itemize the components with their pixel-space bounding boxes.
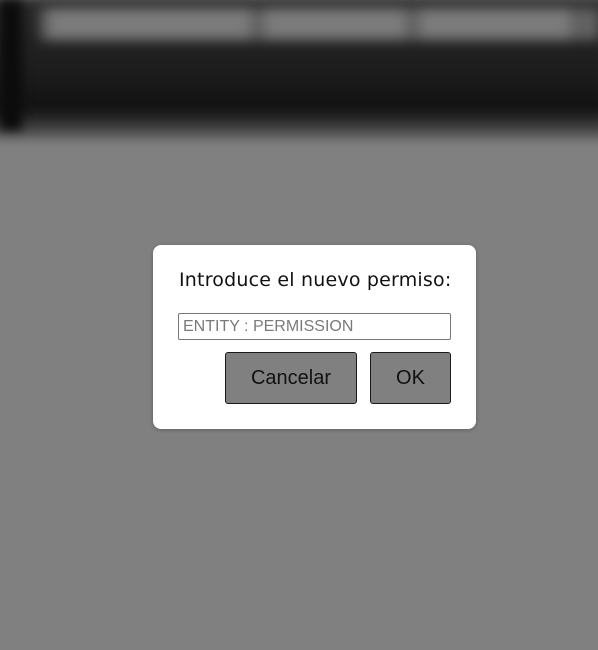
- cancel-button[interactable]: Cancelar: [225, 352, 357, 404]
- prompt-dialog: Introduce el nuevo permiso: Cancelar OK: [153, 245, 476, 429]
- blurred-nav-strip: [40, 8, 598, 40]
- blurred-nav-item: [265, 8, 405, 40]
- screen: Introduce el nuevo permiso: Cancelar OK: [0, 0, 598, 650]
- blurred-nav-item: [420, 8, 570, 40]
- permission-input[interactable]: [178, 313, 451, 340]
- dialog-title: Introduce el nuevo permiso:: [179, 269, 452, 291]
- blurred-nav-item: [50, 8, 250, 40]
- blurred-sidebar-edge: [0, 0, 22, 130]
- ok-button[interactable]: OK: [370, 352, 451, 404]
